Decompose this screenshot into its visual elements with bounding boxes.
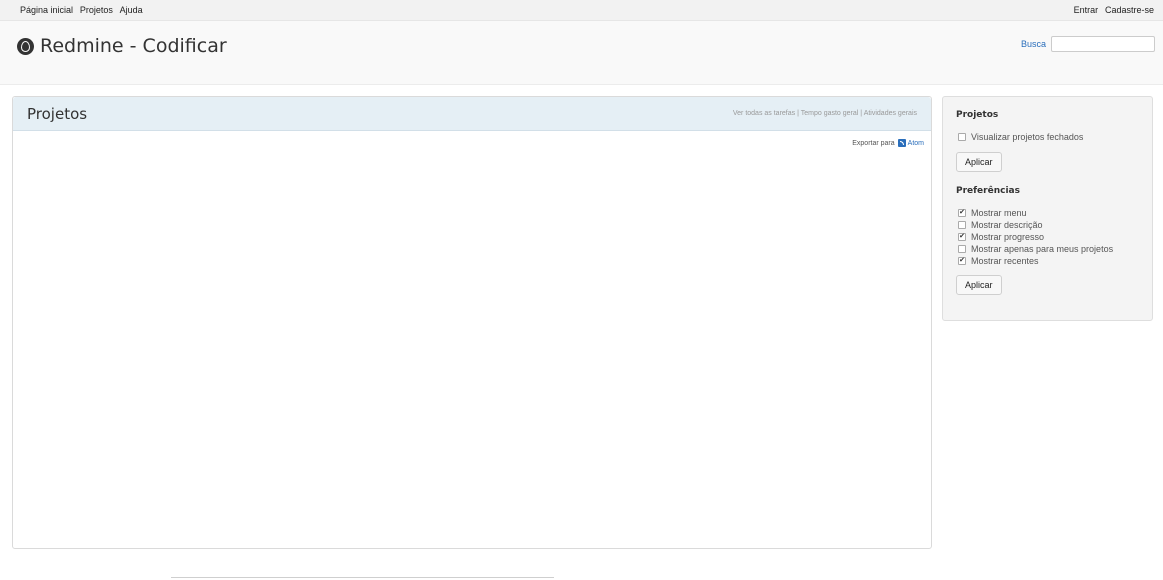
all-issues-link[interactable]: Ver todas as tarefas xyxy=(733,110,795,117)
link-separator: | xyxy=(860,110,863,117)
pref-label: Mostrar menu xyxy=(971,208,1027,218)
closed-projects-label: Visualizar projetos fechados xyxy=(971,132,1084,142)
main-content: Projetos Ver todas as tarefas | Tempo ga… xyxy=(12,96,932,549)
activity-link[interactable]: Atividades gerais xyxy=(864,110,917,117)
link-separator: | xyxy=(797,110,799,117)
site-title-text: Redmine - Codificar xyxy=(40,35,227,57)
footer-divider xyxy=(171,577,554,578)
top-menu-left: Página inicial Projetos Ajuda xyxy=(20,5,147,16)
content-header: Projetos Ver todas as tarefas | Tempo ga… xyxy=(13,97,931,131)
export-label: Exportar para xyxy=(852,139,895,147)
page-title: Projetos xyxy=(27,105,88,123)
top-menu-right: Entrar Cadastre-se xyxy=(1070,5,1154,16)
help-link[interactable]: Ajuda xyxy=(120,5,143,15)
export-bar: Exportar para Atom xyxy=(852,139,924,147)
pref-checkbox[interactable] xyxy=(958,245,966,253)
redmine-logo-icon xyxy=(17,37,34,55)
pref-label: Mostrar recentes xyxy=(971,256,1039,266)
apply-filter-button[interactable]: Aplicar xyxy=(956,152,1002,172)
pref-show-menu[interactable]: ✔ Mostrar menu xyxy=(958,208,1027,218)
pref-label: Mostrar progresso xyxy=(971,232,1045,242)
site-title[interactable]: Redmine - Codificar xyxy=(17,35,227,57)
pref-show-progress[interactable]: ✔ Mostrar progresso xyxy=(958,232,1044,242)
search-input[interactable] xyxy=(1051,36,1155,52)
preferences-heading: Preferências xyxy=(956,186,1020,196)
apply-preferences-button[interactable]: Aplicar xyxy=(956,275,1002,295)
sidebar: Projetos Visualizar projetos fechados Ap… xyxy=(942,96,1153,321)
closed-projects-option[interactable]: Visualizar projetos fechados xyxy=(958,132,1083,142)
pref-my-projects-only[interactable]: Mostrar apenas para meus projetos xyxy=(958,244,1113,254)
closed-projects-checkbox[interactable] xyxy=(958,133,966,141)
content-links: Ver todas as tarefas | Tempo gasto geral… xyxy=(733,110,917,117)
home-link[interactable]: Página inicial xyxy=(20,5,73,15)
time-spent-link[interactable]: Tempo gasto geral xyxy=(801,110,859,117)
feed-icon[interactable] xyxy=(897,139,906,147)
register-link[interactable]: Cadastre-se xyxy=(1105,5,1154,15)
search-label[interactable]: Busca xyxy=(1021,39,1046,49)
top-menu: Página inicial Projetos Ajuda Entrar Cad… xyxy=(0,0,1163,21)
header: Redmine - Codificar Busca xyxy=(0,21,1163,85)
pref-show-recent[interactable]: ✔ Mostrar recentes xyxy=(958,256,1039,266)
pref-show-description[interactable]: Mostrar descrição xyxy=(958,220,1043,230)
pref-label: Mostrar descrição xyxy=(971,220,1043,230)
pref-checkbox[interactable] xyxy=(958,221,966,229)
login-link[interactable]: Entrar xyxy=(1074,5,1099,15)
projects-heading: Projetos xyxy=(956,110,999,120)
pref-checkbox[interactable]: ✔ xyxy=(958,209,966,217)
atom-link[interactable]: Atom xyxy=(908,140,924,147)
projects-link[interactable]: Projetos xyxy=(80,5,113,15)
pref-label: Mostrar apenas para meus projetos xyxy=(971,244,1114,254)
pref-checkbox[interactable]: ✔ xyxy=(958,257,966,265)
pref-checkbox[interactable]: ✔ xyxy=(958,233,966,241)
